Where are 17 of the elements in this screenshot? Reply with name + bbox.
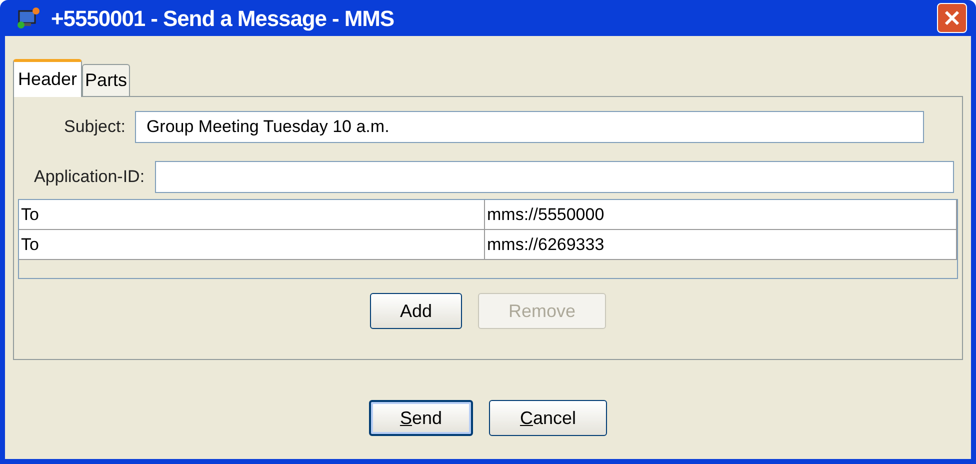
tab[interactable]: Parts	[82, 64, 130, 96]
table-cell: mms://5550000	[485, 200, 957, 230]
text-field[interactable]	[154, 161, 954, 193]
window-title: +5550001 - Send a Message - MMS	[51, 4, 394, 33]
push-button[interactable]: Add	[370, 293, 462, 329]
field-label: Application-ID:	[34, 166, 145, 188]
push-button[interactable]: Send	[369, 400, 473, 436]
close-icon	[943, 9, 961, 27]
table-cell: mms://6269333	[485, 230, 957, 260]
field-label: Subject:	[64, 116, 126, 138]
network-app-icon	[17, 7, 41, 29]
text-field[interactable]: Group Meeting Tuesday 10 a.m.	[135, 111, 924, 143]
close-button[interactable]	[937, 3, 967, 33]
tab[interactable]: Header	[13, 59, 82, 97]
table-cell: To	[19, 200, 485, 230]
table-cell: To	[19, 230, 485, 260]
push-button[interactable]: Cancel	[489, 400, 607, 436]
